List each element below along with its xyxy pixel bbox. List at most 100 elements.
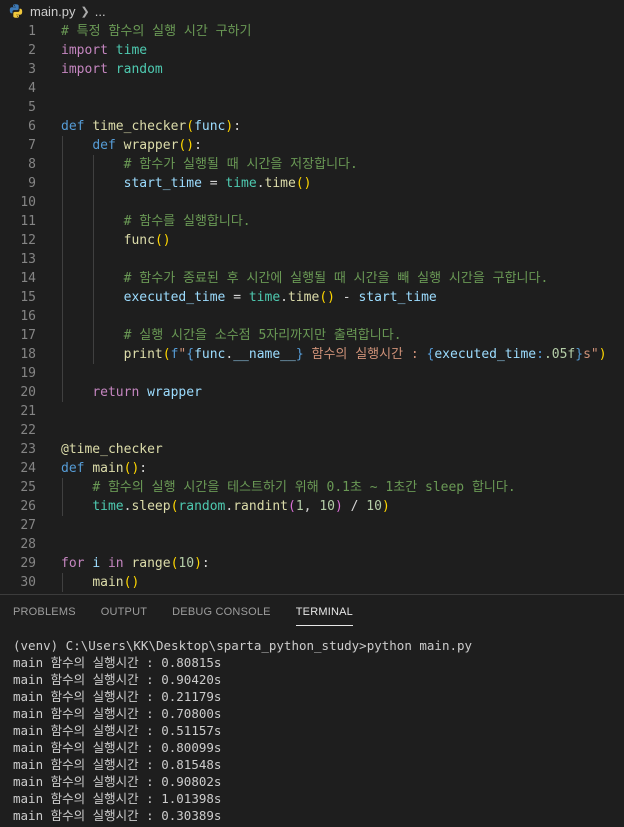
terminal-line: main 함수의 실행시간 : 0.81548s [13, 757, 222, 772]
code-token: { [186, 347, 195, 362]
terminal-line: main 함수의 실행시간 : 0.30389s [13, 808, 222, 823]
code-token: . [280, 290, 288, 305]
code-token: import [61, 62, 108, 77]
code-token: time_checker [92, 119, 187, 134]
terminal-line: main 함수의 실행시간 : 0.21179s [13, 689, 222, 704]
bottom-panel: PROBLEMS OUTPUT DEBUG CONSOLE TERMINAL (… [0, 594, 624, 827]
code-line: 12 func() [0, 231, 624, 250]
code-token: # 실행 시간을 소수점 5자리까지만 출력합니다. [123, 328, 402, 343]
terminal-line: main 함수의 실행시간 : 0.90420s [13, 672, 222, 687]
code-line: 8 # 함수가 실행될 때 시간을 저장합니다. [0, 155, 624, 174]
code-token: () [178, 138, 195, 153]
breadcrumb[interactable]: main.py ❯ ... [0, 0, 624, 22]
line-number: 10 [20, 195, 36, 210]
code-token: main [92, 575, 124, 590]
code-token: ( [288, 499, 296, 514]
code-token: # 함수를 실행합니다. [123, 214, 251, 229]
code-token: / [342, 499, 367, 514]
line-number: 15 [20, 290, 36, 305]
indent-guide [62, 345, 63, 364]
tab-terminal[interactable]: TERMINAL [295, 595, 354, 629]
line-number: 2 [28, 43, 36, 58]
terminal-line: main 함수의 실행시간 : 0.90802s [13, 774, 222, 789]
terminal-output[interactable]: (venv) C:\Users\KK\Desktop\sparta_python… [0, 629, 624, 824]
indent-guide [62, 307, 63, 326]
code-token: # 함수가 실행될 때 시간을 저장합니다. [123, 157, 358, 172]
line-number: 20 [20, 385, 36, 400]
line-number: 1 [28, 24, 36, 39]
tab-problems[interactable]: PROBLEMS [13, 595, 76, 629]
indent-guide [93, 212, 94, 231]
code-line: 13 [0, 250, 624, 269]
breadcrumb-more[interactable]: ... [95, 4, 106, 19]
line-number: 25 [20, 480, 36, 495]
line-number: 21 [20, 404, 36, 419]
code-token: def [61, 119, 85, 134]
code-token: # 함수의 실행 시간을 테스트하기 위해 0.1초 ~ 1초간 sleep 합… [92, 480, 516, 495]
code-token: wrapper [147, 385, 202, 400]
line-number: 13 [20, 252, 36, 267]
code-token: sleep [131, 499, 171, 514]
indent-guide [62, 288, 63, 307]
code-line: 28 [0, 535, 624, 554]
code-line: 22 [0, 421, 624, 440]
code-token: start_time [123, 176, 202, 191]
line-number: 17 [20, 328, 36, 343]
code-editor[interactable]: 1 # 특정 함수의 실행 시간 구하기 2 import time 3 import r… [0, 22, 624, 594]
indent-guide [62, 326, 63, 345]
code-token: } [295, 347, 304, 362]
breadcrumb-file[interactable]: main.py [30, 4, 76, 19]
code-token: : [139, 461, 148, 476]
tab-output[interactable]: OUTPUT [101, 595, 147, 629]
code-token: , [303, 499, 320, 514]
line-number: 18 [20, 347, 36, 362]
terminal-line: main 함수의 실행시간 : 0.80099s [13, 740, 222, 755]
code-token: : [201, 556, 210, 571]
indent-guide [62, 364, 63, 383]
code-token: func [194, 347, 226, 362]
code-token: ) [381, 499, 390, 514]
code-token: start_time [358, 290, 437, 305]
line-number: 19 [20, 366, 36, 381]
code-line: 6 def time_checker(func): [0, 117, 624, 136]
chevron-right-icon: ❯ [80, 5, 90, 18]
code-token: return [92, 385, 140, 400]
indent-guide [62, 212, 63, 231]
line-number: 8 [28, 157, 36, 172]
code-token: i [92, 556, 101, 571]
line-number: 27 [20, 518, 36, 533]
code-token: ) [194, 556, 202, 571]
indent-guide [62, 383, 63, 402]
code-token: executed_time [123, 290, 226, 305]
indent-guide [93, 345, 94, 364]
code-line: 19 [0, 364, 624, 383]
line-number: 23 [20, 442, 36, 457]
code-token: () [123, 461, 140, 476]
code-line: 11 # 함수를 실행합니다. [0, 212, 624, 231]
code-line: 17 # 실행 시간을 소수점 5자리까지만 출력합니다. [0, 326, 624, 345]
code-token: ) [598, 347, 607, 362]
indent-guide [62, 250, 63, 269]
indent-guide [62, 193, 63, 212]
code-line: 16 [0, 307, 624, 326]
tab-debug-console[interactable]: DEBUG CONSOLE [172, 595, 271, 629]
code-line: 7 def wrapper(): [0, 136, 624, 155]
code-token: main [92, 461, 124, 476]
line-number: 3 [28, 62, 36, 77]
code-token: executed_time [434, 347, 537, 362]
line-number: 22 [20, 423, 36, 438]
code-line: 29 for i in range(10): [0, 554, 624, 573]
indent-guide [62, 573, 63, 592]
line-number: 5 [28, 100, 36, 115]
indent-guide [93, 231, 94, 250]
code-token: randint [233, 499, 289, 514]
code-line: 4 [0, 79, 624, 98]
indent-guide [93, 155, 94, 174]
code-line: 9 start_time = time.time() [0, 174, 624, 193]
code-token: random [107, 62, 163, 77]
code-token: () [295, 176, 312, 191]
